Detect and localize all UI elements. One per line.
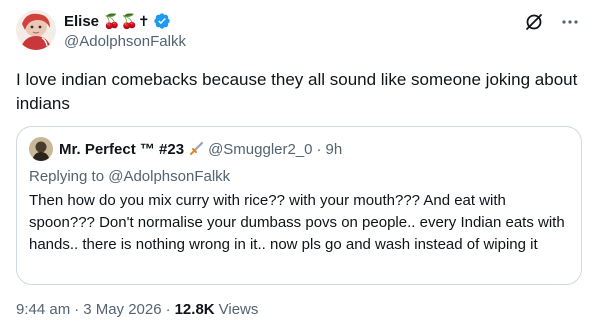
meta-separator: ·: [74, 301, 80, 318]
quoted-tweet-time: 9h: [325, 140, 343, 158]
name-emoji: 🍒🍒✝: [103, 13, 150, 29]
quoted-author-name: Mr. Perfect ™ #23: [59, 140, 185, 158]
author-display-name[interactable]: Elise: [64, 13, 99, 30]
author-handle[interactable]: @AdolphsonFalkk: [64, 33, 186, 50]
quoted-author-handle: @Smuggler2_0: [208, 140, 313, 158]
separator-dot: ·: [316, 140, 322, 158]
tweet-meta: 9:44 am · 3 May 2026 · 12.8K Views: [16, 301, 258, 318]
meta-separator-2: ·: [165, 301, 171, 318]
tweet-top-actions: [524, 12, 580, 32]
tweet-time[interactable]: 9:44 am: [16, 301, 70, 318]
views-count: 12.8K: [174, 301, 215, 318]
replying-mention: @AdolphsonFalkk: [108, 168, 231, 185]
verified-badge-icon: [153, 12, 171, 30]
quoted-tweet-header: Mr. Perfect ™ #23 @Smuggler2_0 · 9h: [29, 137, 343, 161]
quoted-author-avatar[interactable]: [29, 137, 53, 161]
quoted-tweet[interactable]: Mr. Perfect ™ #23 @Smuggler2_0 · 9h Repl…: [16, 126, 582, 285]
replying-prefix: Replying to: [29, 168, 105, 185]
author-name-row: Elise 🍒🍒✝: [64, 11, 186, 31]
tweet: Elise 🍒🍒✝ @AdolphsonFalkk I love indian …: [0, 0, 598, 334]
replying-to: Replying to @AdolphsonFalkk: [29, 168, 230, 185]
views-label: Views: [218, 301, 259, 318]
more-icon[interactable]: [560, 12, 580, 32]
quoted-tweet-text: Then how do you mix curry with rice?? wi…: [29, 192, 565, 253]
author-info: Elise 🍒🍒✝ @AdolphsonFalkk: [64, 11, 186, 51]
tweet-text: I love indian comebacks because they all…: [16, 70, 578, 113]
tweet-date[interactable]: 3 May 2026: [83, 301, 161, 318]
grok-icon[interactable]: [524, 12, 544, 32]
author-avatar[interactable]: [16, 10, 56, 50]
dagger-icon: [188, 141, 204, 157]
